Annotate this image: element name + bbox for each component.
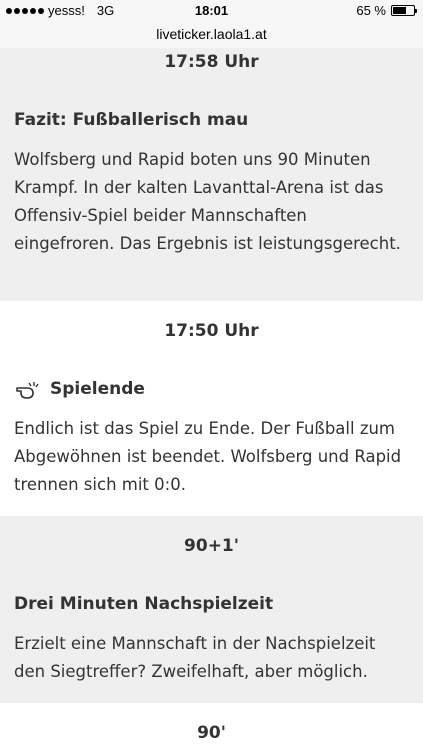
liveticker-feed[interactable]: 17:58 Uhr Fazit: Fußballerisch mau Wolfs… (0, 48, 423, 750)
entry-headline: Fazit: Fußballerisch mau (14, 110, 249, 130)
entry-time: 17:50 Uhr (164, 321, 259, 341)
ticker-entry: 17:50 Uhr Spielende Endlich ist das Spie… (0, 301, 423, 516)
entry-headline: Spielende (50, 379, 145, 399)
entry-time: 17:58 Uhr (164, 52, 259, 72)
entry-headline-row: Spielende (14, 377, 409, 401)
whistle-icon (16, 382, 39, 399)
entry-text: Erzielt eine Mannschaft in der Nachspiel… (14, 634, 376, 681)
address-bar[interactable]: liveticker.laola1.at (0, 22, 423, 49)
status-bar-right: 65 % (356, 3, 417, 18)
entry-text: Wolfsberg und Rapid boten uns 90 Minuten… (14, 150, 401, 253)
entry-time: 90+1' (184, 536, 239, 556)
entry-headline: Drei Minuten Nachspielzeit (14, 594, 274, 614)
ticker-entry: 17:58 Uhr Fazit: Fußballerisch mau Wolfs… (0, 48, 423, 301)
entry-time: 90' (197, 723, 226, 743)
battery-icon (391, 5, 417, 16)
status-bar: yesss! 3G 18:01 65 % (0, 0, 423, 22)
url-text[interactable]: liveticker.laola1.at (156, 26, 267, 42)
ticker-entry: 90' (0, 703, 423, 750)
ticker-entry: 90+1' Drei Minuten Nachspielzeit Erzielt… (0, 516, 423, 703)
entry-text: Endlich ist das Spiel zu Ende. Der Fußba… (14, 419, 402, 494)
battery-percent: 65 % (356, 3, 386, 18)
